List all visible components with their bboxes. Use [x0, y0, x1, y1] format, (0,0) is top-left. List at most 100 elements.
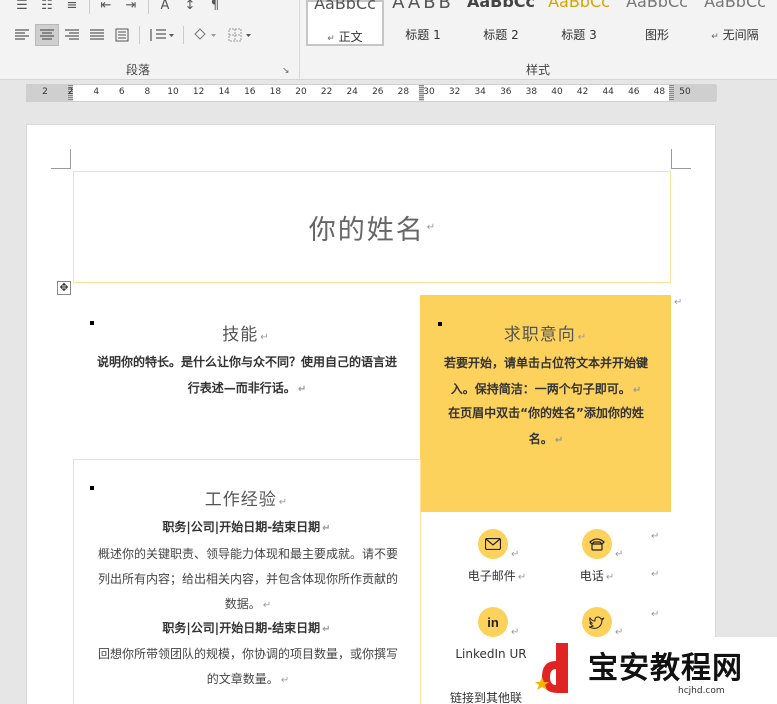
email-label[interactable]: 电子邮件 ↵: [457, 567, 537, 584]
style-normal[interactable]: AaBbCc ↵ 正文: [306, 0, 384, 46]
bullets-icon[interactable]: ☰: [10, 0, 34, 16]
ruler-margin-left: [27, 85, 69, 101]
document-page[interactable]: 你的姓名 ↵ ✥ 技能 ↵ 说明你的特长。是什么让你与众不同？使用自己的语言进行表述…: [26, 124, 716, 704]
ruler-tick-label: 22: [320, 87, 333, 97]
horizontal-ruler[interactable]: 2 2 4 6 8 10 12 14 16 18 20 22 24 26 28 30 32 34 36 38 40 42 4…: [26, 84, 717, 102]
paragraph-dialog-launcher-icon[interactable]: ↘: [282, 66, 290, 76]
linkedin-icon[interactable]: in: [478, 607, 508, 637]
paragraph-toolbar-row-2: [10, 24, 258, 46]
distributed-icon[interactable]: [110, 24, 134, 46]
twitter-icon[interactable]: [582, 607, 612, 637]
experience-heading[interactable]: 工作经验 ↵: [74, 485, 419, 510]
ruler-tick-label: 48: [653, 87, 666, 97]
align-right-icon[interactable]: [60, 24, 84, 46]
cell-end-mark: ↵: [674, 297, 683, 308]
show-marks-icon[interactable]: ¶: [203, 0, 227, 16]
style-sample: AaBbCc: [314, 0, 376, 13]
paragraph-group: ☰ ☷ ≡ ⇤ ⇥ A ↕ ¶ 段落 ↘: [0, 0, 300, 80]
paragraph-mark: ↵: [511, 549, 520, 560]
style-heading-3[interactable]: AaBbCc 标题 3: [540, 0, 618, 46]
ruler-tick-label: 18: [269, 87, 282, 97]
watermark-url: hcjhd.com: [678, 686, 725, 696]
paragraph-mark: ↵: [426, 221, 436, 233]
objective-para2[interactable]: 在页眉中双击“你的姓名”添加你的姓名。 ↵: [440, 400, 652, 454]
skills-heading[interactable]: 技能 ↵: [75, 320, 417, 345]
ruler-tick-label: 28: [397, 87, 410, 97]
paragraph-toolbar-row-1: ☰ ☷ ≡ ⇤ ⇥ A ↕ ¶: [10, 0, 228, 16]
other-link-label[interactable]: 链接到其他联: [441, 689, 531, 704]
increase-indent-icon[interactable]: ⇥: [119, 0, 143, 16]
crop-mark: [51, 149, 71, 169]
name-header-box[interactable]: 你的姓名 ↵: [73, 171, 671, 283]
right-indent-marker[interactable]: [669, 85, 674, 101]
style-sample: AaBbCc: [704, 0, 766, 11]
toolbar-divider: [148, 0, 149, 14]
paragraph-group-label: 段落: [126, 63, 151, 77]
style-name: ↵ 无间隔: [711, 28, 759, 42]
style-name: 图形: [644, 28, 669, 42]
styles-group-label: 样式: [526, 63, 551, 77]
ruler-tick-label: 8: [144, 87, 151, 97]
ruler-tick-label: 2: [67, 87, 74, 97]
ruler-tick-label: 6: [118, 87, 125, 97]
shading-icon[interactable]: [188, 24, 222, 46]
ruler-tick-label: 26: [372, 87, 384, 97]
style-sample: AaBbCc: [626, 0, 688, 11]
objective-para1[interactable]: 若要开始，请单击占位符文本并开始键入。保持简洁：一两个句子即可。 ↵: [440, 350, 652, 404]
objective-box[interactable]: 求职意向 ↵ 若要开始，请单击占位符文本并开始键入。保持简洁：一两个句子即可。 ↵ …: [420, 295, 671, 512]
job1-title[interactable]: 职务|公司|开始日期-结束日期 ↵: [74, 514, 419, 542]
align-center-icon[interactable]: [35, 24, 59, 46]
name-title[interactable]: 你的姓名: [309, 208, 425, 247]
ruler-tick-label: 36: [500, 87, 512, 97]
style-sample: AABB: [392, 0, 454, 13]
table-move-handle-icon[interactable]: ✥: [57, 281, 71, 295]
ruler-tick-label: 46: [628, 87, 640, 97]
linkedin-label[interactable]: LinkedIn UR: [451, 647, 531, 661]
style-name: 标题 2: [483, 28, 519, 42]
chinese-layout-icon[interactable]: A: [153, 0, 177, 16]
ruler-tick-label: 2: [42, 87, 48, 97]
ruler-tick-label: 32: [448, 87, 461, 97]
cell-end-mark: ↵: [651, 609, 660, 620]
ruler-tick-label: 12: [192, 87, 205, 97]
sort-icon[interactable]: ↕: [178, 0, 202, 16]
style-graphic[interactable]: AaBbCc 图形: [618, 0, 696, 46]
align-left-icon[interactable]: [10, 24, 34, 46]
ruler-tick-label: 34: [474, 87, 486, 97]
job2-description[interactable]: 回想你所带领团队的规模，你协调的项目数量，或你撰写的文章数量。 ↵: [98, 642, 398, 693]
cell-end-mark: ↵: [651, 531, 660, 542]
style-heading-1[interactable]: AABB 标题 1: [384, 0, 462, 46]
crop-mark: [671, 149, 691, 169]
email-icon[interactable]: [478, 529, 508, 559]
justify-icon[interactable]: [85, 24, 109, 46]
objective-heading[interactable]: 求职意向 ↵: [420, 320, 671, 345]
toolbar-divider: [139, 26, 140, 44]
experience-box[interactable]: 工作经验 ↵ 职务|公司|开始日期-结束日期 ↵ 概述你的关键职责、领导能力体现和最…: [73, 459, 421, 704]
numbering-icon[interactable]: ☷: [35, 0, 59, 16]
style-sample: AaBbCc: [466, 0, 536, 11]
decrease-indent-icon[interactable]: ⇤: [94, 0, 118, 16]
toolbar-divider: [183, 26, 184, 44]
job1-description[interactable]: 概述你的关键职责、领导能力体现和最主要成就。请不要列出所有内容；给出相关内容，并…: [98, 542, 398, 618]
ruler-tick-label: 16: [244, 87, 256, 97]
style-name: 标题 1: [405, 28, 441, 42]
multilevel-list-icon[interactable]: ≡: [60, 0, 84, 16]
style-no-spacing[interactable]: AaBbCc ↵ 无间隔: [696, 0, 774, 46]
style-name: 标题 3: [561, 28, 597, 42]
skills-text[interactable]: 说明你的特长。是什么让你与众不同？使用自己的语言进行表述—而非行话。 ↵: [97, 349, 397, 403]
ruler-tick-label: 40: [551, 87, 563, 97]
ribbon: ☰ ☷ ≡ ⇤ ⇥ A ↕ ¶ 段落 ↘ AaBbCc ↵ 正文 AABB 标题…: [0, 0, 777, 80]
paragraph-mark: ↵: [511, 627, 520, 638]
style-heading-2[interactable]: AaBbCc 标题 2: [462, 0, 540, 46]
job2-title[interactable]: 职务|公司|开始日期-结束日期 ↵: [74, 615, 419, 643]
line-spacing-icon[interactable]: [144, 24, 178, 46]
borders-icon[interactable]: [223, 24, 257, 46]
phone-label[interactable]: 电话 ↵: [562, 567, 632, 584]
ruler-tick-label: 4: [93, 87, 100, 97]
ruler-tick-label: 38: [525, 87, 538, 97]
ruler-tick-label: 30: [423, 87, 435, 97]
watermark: 宝安教程网 hcjhd.com: [528, 637, 777, 704]
phone-icon[interactable]: [582, 529, 612, 559]
ruler-tick-label: 42: [576, 87, 589, 97]
watermark-logo-icon: [535, 643, 568, 693]
